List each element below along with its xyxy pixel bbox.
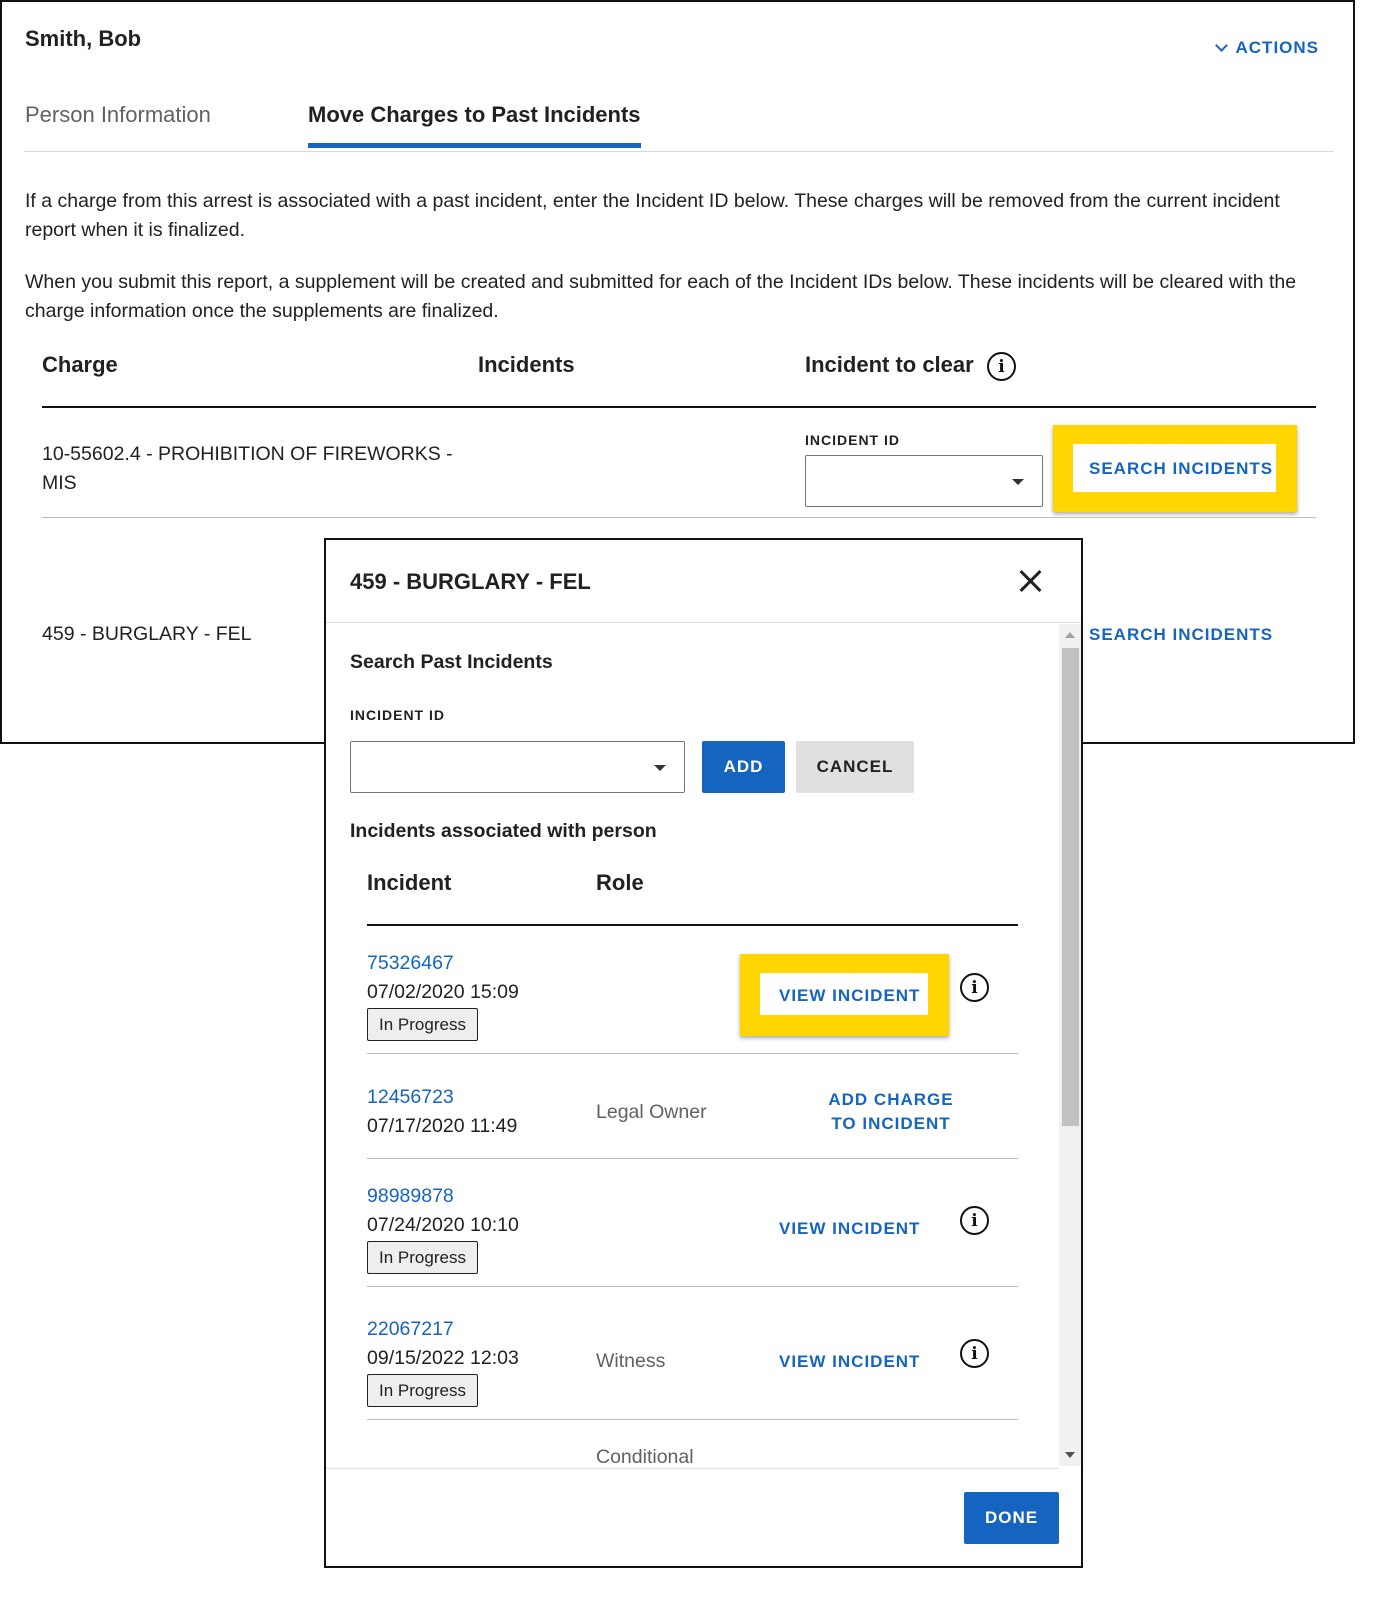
incident-datetime: 07/24/2020 10:10 [367,1214,519,1236]
view-incident-button[interactable]: VIEW INCIDENT [779,986,920,1006]
incident-link[interactable]: 98989878 [367,1185,454,1208]
incident-id-label: INCIDENT ID [350,707,445,723]
scrollbar-thumb[interactable] [1062,648,1079,1126]
incident-role: Conditional [596,1446,694,1468]
incident-role: Witness [596,1350,666,1372]
search-incidents-button[interactable]: SEARCH INCIDENTS [1089,459,1273,479]
info-icon[interactable]: i [960,973,989,1002]
dialog-scrollbar[interactable] [1059,624,1081,1466]
instruction-paragraph-1: If a charge from this arrest is associat… [25,190,1280,241]
table-header-divider [42,406,1316,408]
info-icon[interactable]: i [960,1339,989,1368]
column-header-charge: Charge [42,352,118,377]
charge-text-row-2: 459 - BURGLARY - FEL [42,623,252,645]
incident-role: Legal Owner [596,1101,707,1123]
charge-text-row-1: 10-55602.4 - PROHIBITION OF FIREWORKS - … [42,443,453,494]
dialog-title: 459 - BURGLARY - FEL [350,569,591,594]
incident-id-select[interactable] [805,455,1043,507]
incident-link[interactable]: 12456723 [367,1086,454,1109]
view-incident-button[interactable]: VIEW INCIDENT [779,1219,920,1239]
close-icon[interactable] [1017,567,1045,595]
scroll-up-arrow-icon[interactable] [1065,632,1075,638]
column-header-role: Role [596,870,644,895]
row-divider [367,1053,1018,1054]
status-badge: In Progress [367,1241,478,1274]
person-name: Smith, Bob [25,26,142,51]
info-icon[interactable]: i [987,352,1016,381]
tab-bar: Person Information Move Charges to Past … [24,98,1334,152]
column-header-incident: Incident [367,870,452,895]
add-charge-to-incident-button[interactable]: ADD CHARGE TO INCIDENT [816,1088,966,1136]
search-incidents-button[interactable]: SEARCH INCIDENTS [1089,625,1273,645]
done-button[interactable]: DONE [964,1492,1059,1544]
info-icon[interactable]: i [960,1206,989,1235]
dropdown-caret-icon [654,765,666,771]
incident-id-label: INCIDENT ID [805,432,900,448]
status-badge: In Progress [367,1008,478,1041]
actions-menu-button[interactable]: ACTIONS [1214,38,1320,58]
row-divider [367,1158,1018,1159]
row-divider [367,1286,1018,1287]
row-divider [367,1419,1018,1420]
chevron-down-icon [1214,39,1228,52]
dialog-header-divider [326,622,1081,623]
instruction-paragraph-2: When you submit this report, a supplemen… [25,271,1297,322]
incident-datetime: 07/02/2020 15:09 [367,981,519,1003]
tab-move-charges[interactable]: Move Charges to Past Incidents [308,102,641,148]
column-header-incidents: Incidents [478,352,575,377]
dialog-footer-divider [326,1468,1059,1469]
search-incidents-dialog: 459 - BURGLARY - FEL Search Past Inciden… [324,538,1083,1568]
dropdown-caret-icon [1012,479,1024,485]
incident-datetime: 07/17/2020 11:49 [367,1115,518,1137]
table-header-divider [367,924,1018,926]
actions-label: ACTIONS [1235,38,1319,57]
status-badge: In Progress [367,1374,478,1407]
add-button[interactable]: ADD [702,741,785,793]
row-divider [42,517,1316,518]
incident-link[interactable]: 75326467 [367,952,454,975]
incident-datetime: 09/15/2022 12:03 [367,1347,519,1369]
incident-link[interactable]: 22067217 [367,1318,454,1341]
incident-id-select[interactable] [350,741,685,793]
associated-incidents-heading: Incidents associated with person [350,820,657,842]
scroll-down-arrow-icon[interactable] [1065,1452,1075,1458]
view-incident-button[interactable]: VIEW INCIDENT [779,1352,920,1372]
search-past-incidents-heading: Search Past Incidents [350,651,553,673]
column-header-incident-to-clear: Incident to clear [805,352,974,377]
tab-person-information[interactable]: Person Information [25,102,211,128]
cancel-button[interactable]: CANCEL [796,741,914,793]
